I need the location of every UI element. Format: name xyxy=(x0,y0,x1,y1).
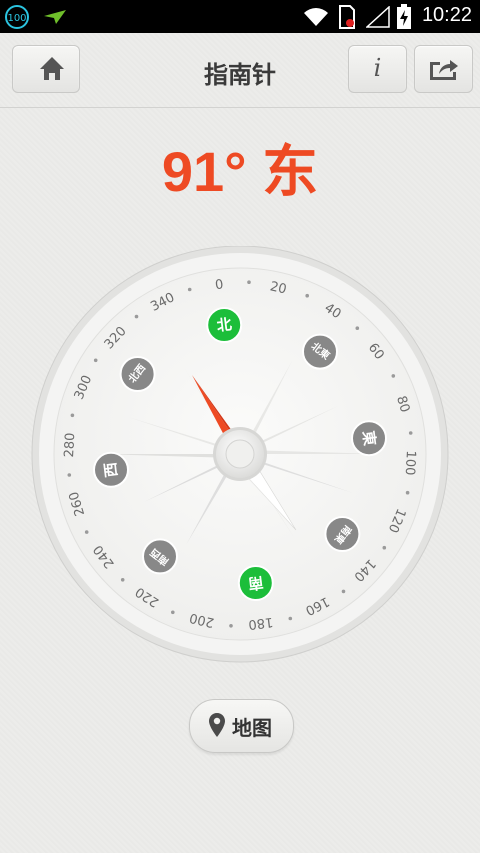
location-pin-icon xyxy=(209,713,225,737)
direction-badge-label: 南 xyxy=(247,573,264,593)
heading-degree: 91° xyxy=(161,140,247,203)
battery-icon xyxy=(397,4,411,29)
direction-badge: 北西 xyxy=(119,356,156,392)
direction-badge: 南東 xyxy=(324,516,361,552)
signal-icon xyxy=(366,6,390,28)
compass-dot xyxy=(355,326,360,330)
compass-dot xyxy=(382,545,387,550)
map-button[interactable]: 地图 xyxy=(189,699,294,753)
info-button[interactable]: i xyxy=(348,45,407,93)
notification-badge-icon: 100 xyxy=(5,5,29,29)
map-button-label: 地图 xyxy=(232,716,272,740)
compass-dot xyxy=(341,589,346,594)
notification-badge-text: 100 xyxy=(7,13,26,24)
direction-badge-label: 東 xyxy=(359,430,379,447)
compass-dot xyxy=(405,490,410,495)
direction-badge: 東 xyxy=(351,420,387,457)
compass-dot xyxy=(288,616,293,621)
info-icon: i xyxy=(373,54,382,82)
compass-dot xyxy=(229,624,233,628)
direction-badge: 北 xyxy=(206,307,243,343)
sim-card-icon xyxy=(339,5,355,29)
compass-dot xyxy=(84,530,89,534)
direction-badge-label: 西 xyxy=(101,461,121,478)
heading-direction: 东 xyxy=(262,140,319,203)
share-icon xyxy=(430,60,458,80)
compass-app: 指南针 i 91° 东 0 20 40 60 80 100 120 140 16… xyxy=(0,33,480,853)
compass-dot xyxy=(134,314,139,319)
compass-dot xyxy=(120,578,125,582)
compass-tick-label: 100 xyxy=(402,450,418,476)
compass-dot xyxy=(247,280,251,284)
compass-tick-label: 280 xyxy=(62,432,78,458)
top-bar: 指南针 i xyxy=(0,33,480,108)
compass-dial: 0 204060801001201401601802002202402602803… xyxy=(31,246,449,663)
compass-dot xyxy=(67,473,72,477)
page-title: 指南针 xyxy=(204,61,276,89)
compass-tick-label: 180 xyxy=(247,614,273,632)
compass-dot xyxy=(93,358,98,363)
send-icon xyxy=(44,10,66,24)
compass-dot xyxy=(408,431,413,435)
compass-dot xyxy=(171,610,175,615)
compass-dot xyxy=(391,374,396,378)
direction-badge: 北東 xyxy=(302,333,338,370)
direction-badge: 南 xyxy=(237,565,274,601)
compass-dot xyxy=(305,293,310,298)
direction-badge-label: 北 xyxy=(216,315,233,335)
share-button[interactable] xyxy=(414,45,473,93)
compass-dot xyxy=(70,413,75,418)
direction-badge: 南西 xyxy=(142,538,178,575)
status-bar: 100 10:22 xyxy=(0,0,480,33)
heading-readout: 91° 东 xyxy=(0,127,480,208)
wifi-icon xyxy=(304,8,328,26)
direction-badge: 西 xyxy=(93,451,129,488)
compass-dot xyxy=(187,287,192,292)
status-time: 10:22 xyxy=(421,4,472,26)
